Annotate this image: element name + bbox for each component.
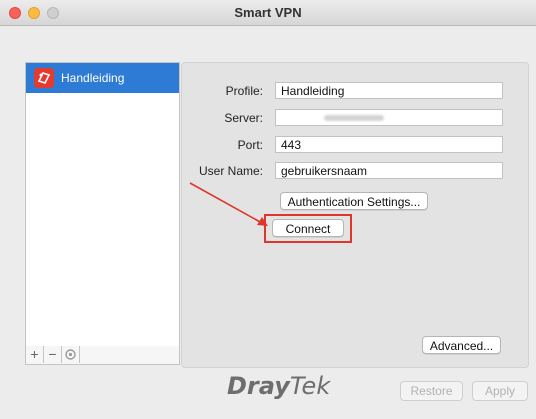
annotation-arrow-icon bbox=[189, 182, 268, 226]
restore-button[interactable]: Restore bbox=[400, 381, 463, 401]
draytek-logo: DrayTek bbox=[227, 372, 330, 400]
brand-bold-text: Dray bbox=[227, 372, 290, 400]
advanced-button[interactable]: Advanced... bbox=[422, 336, 501, 354]
apply-button[interactable]: Apply bbox=[472, 381, 528, 401]
smart-vpn-window: Smart VPN Handleiding + − Profile: Handl… bbox=[0, 0, 536, 419]
brand-regular-text: Tek bbox=[289, 372, 331, 400]
